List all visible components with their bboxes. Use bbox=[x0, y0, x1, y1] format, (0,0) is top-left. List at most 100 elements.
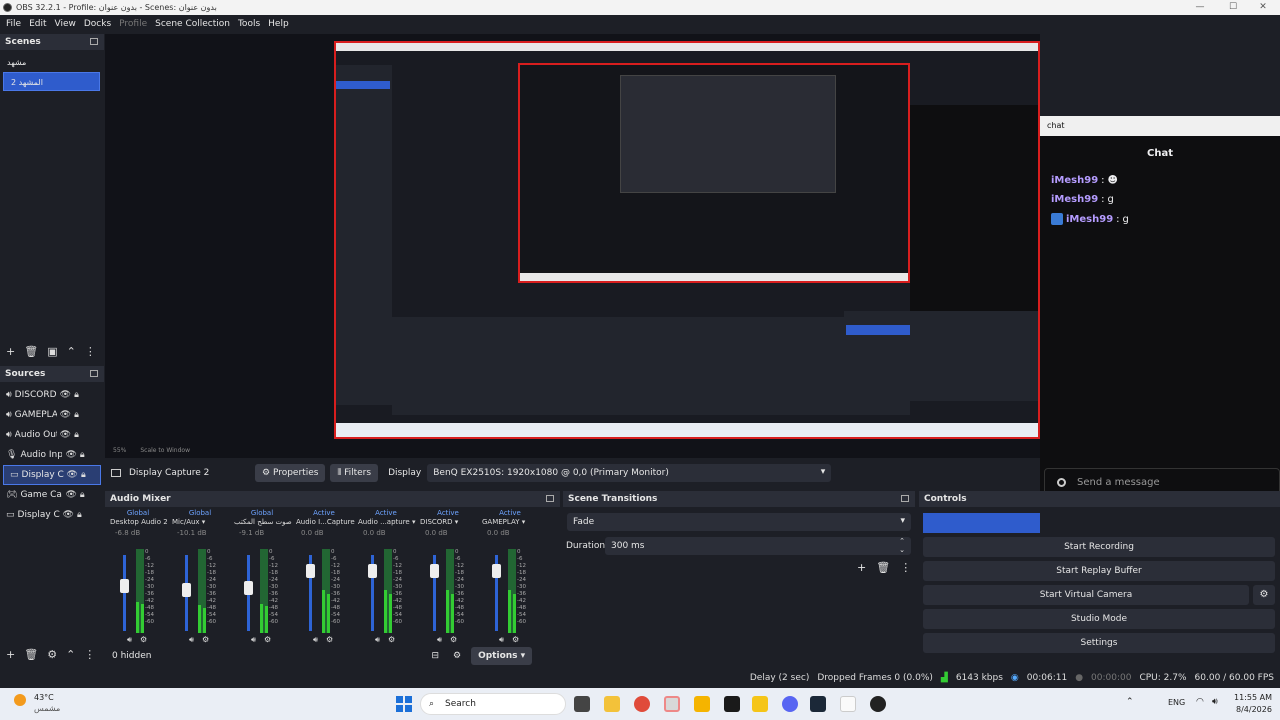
start-recording-button[interactable]: Start Recording bbox=[923, 537, 1275, 557]
eye-icon[interactable]: 👁 bbox=[60, 430, 71, 440]
volume-knob[interactable] bbox=[430, 564, 439, 578]
chat-settings-icon[interactable] bbox=[1057, 478, 1066, 487]
zoom-percent[interactable]: 55% bbox=[113, 447, 126, 454]
wifi-icon[interactable]: ◠ bbox=[1196, 697, 1204, 707]
preview-canvas[interactable] bbox=[334, 41, 1040, 439]
menu-tools[interactable]: Tools bbox=[234, 19, 264, 29]
undock-icon[interactable] bbox=[90, 38, 98, 45]
lock-icon[interactable]: 🔒︎ bbox=[80, 450, 85, 460]
weather-temp[interactable]: 43°C bbox=[34, 693, 54, 702]
menu-edit[interactable]: Edit bbox=[25, 19, 50, 29]
mute-icon[interactable]: 🔊︎ bbox=[499, 635, 504, 645]
mute-icon[interactable]: 🔊︎ bbox=[313, 635, 318, 645]
menu-file[interactable]: File bbox=[2, 19, 25, 29]
zoom-mode[interactable]: Scale to Window bbox=[140, 447, 190, 454]
lock-icon[interactable]: 🔒︎ bbox=[81, 470, 86, 480]
tray-chevron-icon[interactable]: ⌃ bbox=[1126, 697, 1134, 707]
undock-icon[interactable] bbox=[901, 495, 909, 502]
display-select[interactable]: BenQ EX2510S: 1920x1080 @ 0,0 (Primary M… bbox=[427, 464, 832, 482]
move-up-icon[interactable]: ⌃ bbox=[66, 648, 75, 661]
volume-knob[interactable] bbox=[368, 564, 377, 578]
lock-icon[interactable]: 🔒︎ bbox=[74, 390, 79, 400]
obs-taskbar-icon[interactable] bbox=[664, 696, 680, 712]
chrome-icon[interactable] bbox=[634, 696, 650, 712]
volume-knob[interactable] bbox=[492, 564, 501, 578]
add-icon[interactable]: + bbox=[6, 648, 15, 661]
lock-icon[interactable]: 🔒︎ bbox=[74, 410, 79, 420]
layout-icon[interactable]: ⊟ bbox=[431, 651, 439, 661]
mute-icon[interactable]: 🔊︎ bbox=[437, 635, 442, 645]
volume-knob[interactable] bbox=[120, 579, 129, 593]
scene-item-selected[interactable]: المشهد 2 bbox=[3, 72, 100, 91]
menu-docks[interactable]: Docks bbox=[80, 19, 115, 29]
eye-icon[interactable]: 👁 bbox=[65, 490, 76, 500]
source-item[interactable]: 🎙︎ Audio Inp 👁 🔒︎ bbox=[0, 445, 104, 465]
file-explorer-icon[interactable] bbox=[604, 696, 620, 712]
file-icon[interactable] bbox=[840, 696, 856, 712]
settings-icon[interactable]: ⚙ bbox=[512, 635, 519, 645]
settings-icon[interactable]: ⚙ bbox=[264, 635, 271, 645]
volume-knob[interactable] bbox=[306, 564, 315, 578]
properties-button[interactable]: ⚙ Properties bbox=[255, 464, 326, 482]
eye-icon[interactable]: 👁 bbox=[60, 410, 71, 420]
discord-icon[interactable] bbox=[782, 696, 798, 712]
settings-icon[interactable]: ⚙ bbox=[450, 635, 457, 645]
app-icon[interactable] bbox=[752, 696, 768, 712]
strip-name[interactable]: Mic/Aux ▾ bbox=[169, 518, 231, 529]
options-button[interactable]: Options ▾ bbox=[471, 647, 533, 665]
steam-icon[interactable] bbox=[810, 696, 826, 712]
gear-icon[interactable]: ⚙ bbox=[47, 648, 57, 661]
clock-time[interactable]: 11:55 AM bbox=[1234, 693, 1272, 702]
app-icon[interactable] bbox=[724, 696, 740, 712]
undock-icon[interactable] bbox=[546, 495, 554, 502]
mute-icon[interactable]: 🔊︎ bbox=[189, 635, 194, 645]
volume-slider[interactable] bbox=[492, 555, 501, 631]
strip-name[interactable]: صوت سطح المكتب ▾ bbox=[231, 518, 293, 529]
strip-name[interactable]: Audio ...apture ▾ bbox=[355, 518, 417, 529]
add-icon[interactable]: + bbox=[6, 345, 15, 358]
transition-select[interactable]: Fade ▾ bbox=[567, 513, 911, 531]
start-virtual-camera-button[interactable]: Start Virtual Camera bbox=[923, 585, 1249, 605]
app-icon[interactable] bbox=[574, 696, 590, 712]
studio-mode-button[interactable]: Studio Mode bbox=[923, 609, 1275, 629]
settings-icon[interactable]: ⚙ bbox=[202, 635, 209, 645]
trash-icon[interactable]: 🗑 bbox=[24, 345, 38, 358]
volume-knob[interactable] bbox=[244, 581, 253, 595]
strip-name[interactable]: DISCORD ▾ bbox=[417, 518, 479, 529]
gear-icon[interactable]: ⚙ bbox=[1253, 585, 1275, 605]
settings-icon[interactable]: ⚙ bbox=[326, 635, 333, 645]
app-icon[interactable] bbox=[694, 696, 710, 712]
weather-desc[interactable]: مشمس bbox=[34, 704, 60, 713]
volume-slider[interactable] bbox=[120, 555, 129, 631]
scene-item[interactable]: مشهد bbox=[0, 53, 104, 72]
more-icon[interactable]: ⋮ bbox=[85, 345, 96, 358]
source-item[interactable]: 🔊︎ GAMEPLA 👁 🔒︎ bbox=[0, 405, 104, 425]
add-icon[interactable]: + bbox=[857, 561, 866, 574]
source-item[interactable]: ▭Display Ca👁🔒︎ bbox=[0, 505, 104, 525]
strip-name[interactable]: Desktop Audio 2 ▾ bbox=[107, 518, 169, 529]
volume-slider[interactable] bbox=[244, 555, 253, 631]
more-icon[interactable]: ⋮ bbox=[84, 648, 95, 661]
windows-start-icon[interactable] bbox=[396, 696, 412, 712]
lock-icon[interactable]: 🔒︎ bbox=[77, 510, 82, 520]
weather-icon[interactable] bbox=[14, 694, 26, 706]
eye-icon[interactable]: 👁 bbox=[65, 450, 76, 460]
mute-icon[interactable]: 🔊︎ bbox=[251, 635, 256, 645]
eye-icon[interactable]: 👁 bbox=[67, 470, 78, 480]
menu-profile[interactable]: Profile bbox=[115, 19, 151, 29]
gear-icon[interactable]: ⚙ bbox=[453, 651, 461, 661]
eye-icon[interactable]: 👁 bbox=[60, 390, 71, 400]
source-item-selected[interactable]: ▭Display Ca👁🔒︎ bbox=[3, 465, 101, 485]
source-item[interactable]: 🔊︎ DISCORD 👁 🔒︎ bbox=[0, 385, 104, 405]
undock-icon[interactable] bbox=[90, 370, 98, 377]
filters-button[interactable]: ⫴ Filters bbox=[330, 464, 379, 482]
more-icon[interactable]: ⋮ bbox=[900, 561, 911, 574]
close-button[interactable]: ✕ bbox=[1243, 0, 1280, 15]
source-item[interactable]: 🎮︎Game Cap👁🔒︎ bbox=[0, 485, 104, 505]
eye-icon[interactable]: 👁 bbox=[63, 510, 74, 520]
volume-slider[interactable] bbox=[306, 555, 315, 631]
filter-icon[interactable]: ▣ bbox=[47, 345, 57, 358]
menu-scene-collection[interactable]: Scene Collection bbox=[151, 19, 234, 29]
start-streaming-button[interactable] bbox=[923, 513, 1040, 533]
volume-slider[interactable] bbox=[182, 555, 191, 631]
